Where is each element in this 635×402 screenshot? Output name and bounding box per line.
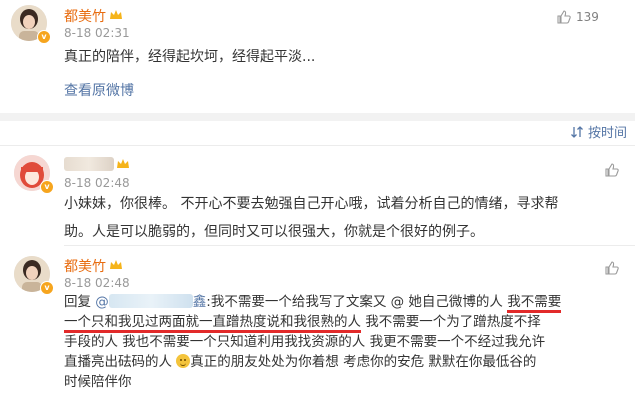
post-like-count: 139 [576,10,599,24]
crown-icon [110,260,122,269]
verified-badge-icon: v [40,180,54,194]
reply-line-5: 时候陪伴你 [64,374,132,390]
smile-emoji-icon [176,354,191,368]
commenter-name-redacted[interactable] [64,157,114,171]
post-author-name[interactable]: 都美竹 [64,6,106,26]
reply-text: 回复 @ 鑫:我不需要一个给我写了文案又 @ 她自己微博的人 我不需要 一个只和我… [64,292,630,392]
crown-icon [117,159,129,168]
verified-badge-icon: v [37,30,51,44]
reply-author-name[interactable]: 都美竹 [64,256,106,276]
comment-time: 8-18 02:48 [64,176,130,190]
reply-time: 8-18 02:48 [64,276,130,290]
verified-badge-icon: v [40,281,54,295]
reply-line-4: 直播亮出砝码的人 真正的朋友处处为你着想 考虑你的安危 默默在你最低谷的 [64,354,537,370]
reply-line-2: 一个只和我见过两面就一直蹭热度说和我很熟的人 我不需要一个为了蹭热度不择 [64,312,630,333]
mention-link[interactable]: @ 鑫 [95,294,206,310]
comment-text-line: 小妹妹，你很棒。 不开心不要去勉强自己开心哦，试着分析自己的情绪，寻求帮 [64,196,559,212]
post-like-button[interactable]: 139 [556,9,599,25]
divider-line [0,145,635,146]
sort-icon [571,125,583,138]
crown-icon [110,10,122,19]
reply-like-button[interactable] [604,260,620,276]
divider-line [64,245,635,246]
mention-name-redacted [108,294,193,308]
section-divider [0,113,635,121]
sort-label: 按时间 [588,126,628,141]
comment-text: 小妹妹，你很棒。 不开心不要去勉强自己开心哦，试着分析自己的情绪，寻求帮 助。人… [64,193,629,243]
post-time: 8-18 02:31 [64,26,130,40]
comment-text-line: 助。人是可以脆弱的，但同时又可以很强大，你就是个很好的例子。 [64,224,484,240]
reply-line-1: 回复 @ 鑫:我不需要一个给我写了文案又 @ 她自己微博的人 我不需要 [64,292,630,313]
post-text: 真正的陪伴，经得起坎坷，经得起平淡... [64,49,316,65]
reply-line-3: 手段的人 我也不需要一个只知道利用我找资源的人 我更不需要一个不经过我允许 [64,334,546,350]
thumbs-up-icon [557,10,571,24]
view-original-weibo-link[interactable]: 查看原微博 [64,80,134,100]
comment-like-button[interactable] [604,162,620,178]
sort-by-time-button[interactable]: 按时间 [570,122,627,141]
